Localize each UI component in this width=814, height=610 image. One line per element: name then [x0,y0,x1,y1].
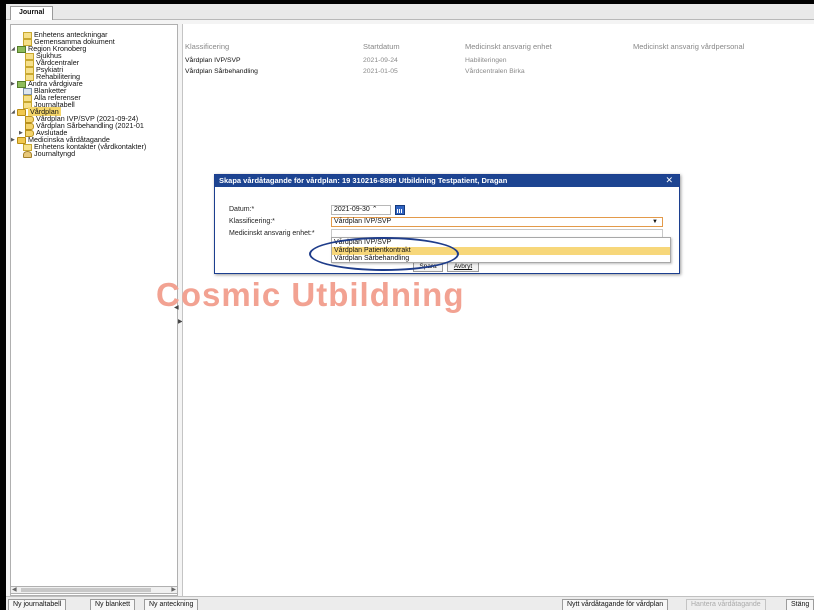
column-header-ansvarig-vardpersonal[interactable]: Medicinskt ansvarig vårdpersonal [633,42,744,51]
tab-journal[interactable]: Journal [10,6,54,20]
new-note-button[interactable]: Ny anteckning [144,599,199,610]
chevron-down-icon[interactable]: ▼ [652,218,658,226]
cancel-button[interactable]: Avbryt [447,262,479,272]
table-row[interactable]: Vårdplan Sårbehandling 2021-01-05 Vårdce… [183,68,814,78]
dropdown-option[interactable]: Vårdplan Sårbehandling [332,255,670,263]
column-header-startdatum[interactable]: Startdatum [363,42,400,51]
dropdown-option-highlighted[interactable]: Vårdplan Patientkontrakt [332,247,670,255]
close-button[interactable]: Stäng [786,599,814,610]
scrollbar-thumb[interactable] [21,588,151,592]
tab-strip: Journal [6,4,814,20]
classification-value: Vårdplan IVP/SVP [334,218,392,225]
journal-window: Journal Enhetens anteckningar Gemensamma… [6,4,814,610]
journal-tree: Enhetens anteckningar Gemensamma dokumen… [10,24,178,596]
bottom-toolbar: Ny journaltabell Ny blankett Ny anteckni… [6,596,814,610]
grid-header: Klassificering Startdatum Medicinskt ans… [183,42,814,54]
tree-horizontal-scrollbar[interactable]: ◀ ▶ [10,586,178,594]
watermark: Cosmic Utbildning [156,276,465,313]
person-icon [23,151,32,158]
classification-label: Klassificering:* [229,218,275,225]
column-header-ansvarig-enhet[interactable]: Medicinskt ansvarig enhet [465,42,552,51]
save-button[interactable]: Spara [413,262,443,272]
new-care-commitment-button[interactable]: Nytt vårdåtagande för vårdplan [562,599,669,610]
table-row[interactable]: Vårdplan IVP/SVP 2021-09-24 Habilitering… [183,57,814,67]
close-icon[interactable]: ✕ [665,175,673,186]
date-label: Datum:* [229,206,255,213]
scroll-right-icon[interactable]: ▶ [171,586,176,593]
tree-item-journaltyngd[interactable]: Journaltyngd [17,150,75,158]
new-form-button[interactable]: Ny blankett [90,599,136,610]
new-journal-table-button[interactable]: Ny journaltabell [8,599,67,610]
dialog-title: Skapa vårdåtagande för vårdplan: 19 3102… [219,176,508,185]
date-field[interactable]: 2021-09-30 ⌃ [331,205,391,215]
handle-care-commitment-button[interactable]: Hantera vårdåtagande [686,599,766,610]
classification-dropdown: Vårdplan IVP/SVP Vårdplan Patientkontrak… [331,237,671,263]
calendar-icon[interactable] [395,205,405,215]
dropdown-option[interactable]: Vårdplan IVP/SVP [332,239,670,247]
classification-select[interactable]: Vårdplan IVP/SVP ▼ [331,217,663,227]
create-care-commitment-dialog: Skapa vårdåtagande för vårdplan: 19 3102… [214,174,680,274]
scroll-left-icon[interactable]: ◀ [12,586,17,593]
dialog-title-bar: Skapa vårdåtagande för vårdplan: 19 3102… [215,175,679,187]
responsible-unit-label: Medicinskt ansvarig enhet:* [229,230,315,237]
column-header-klassificering[interactable]: Klassificering [185,42,229,51]
